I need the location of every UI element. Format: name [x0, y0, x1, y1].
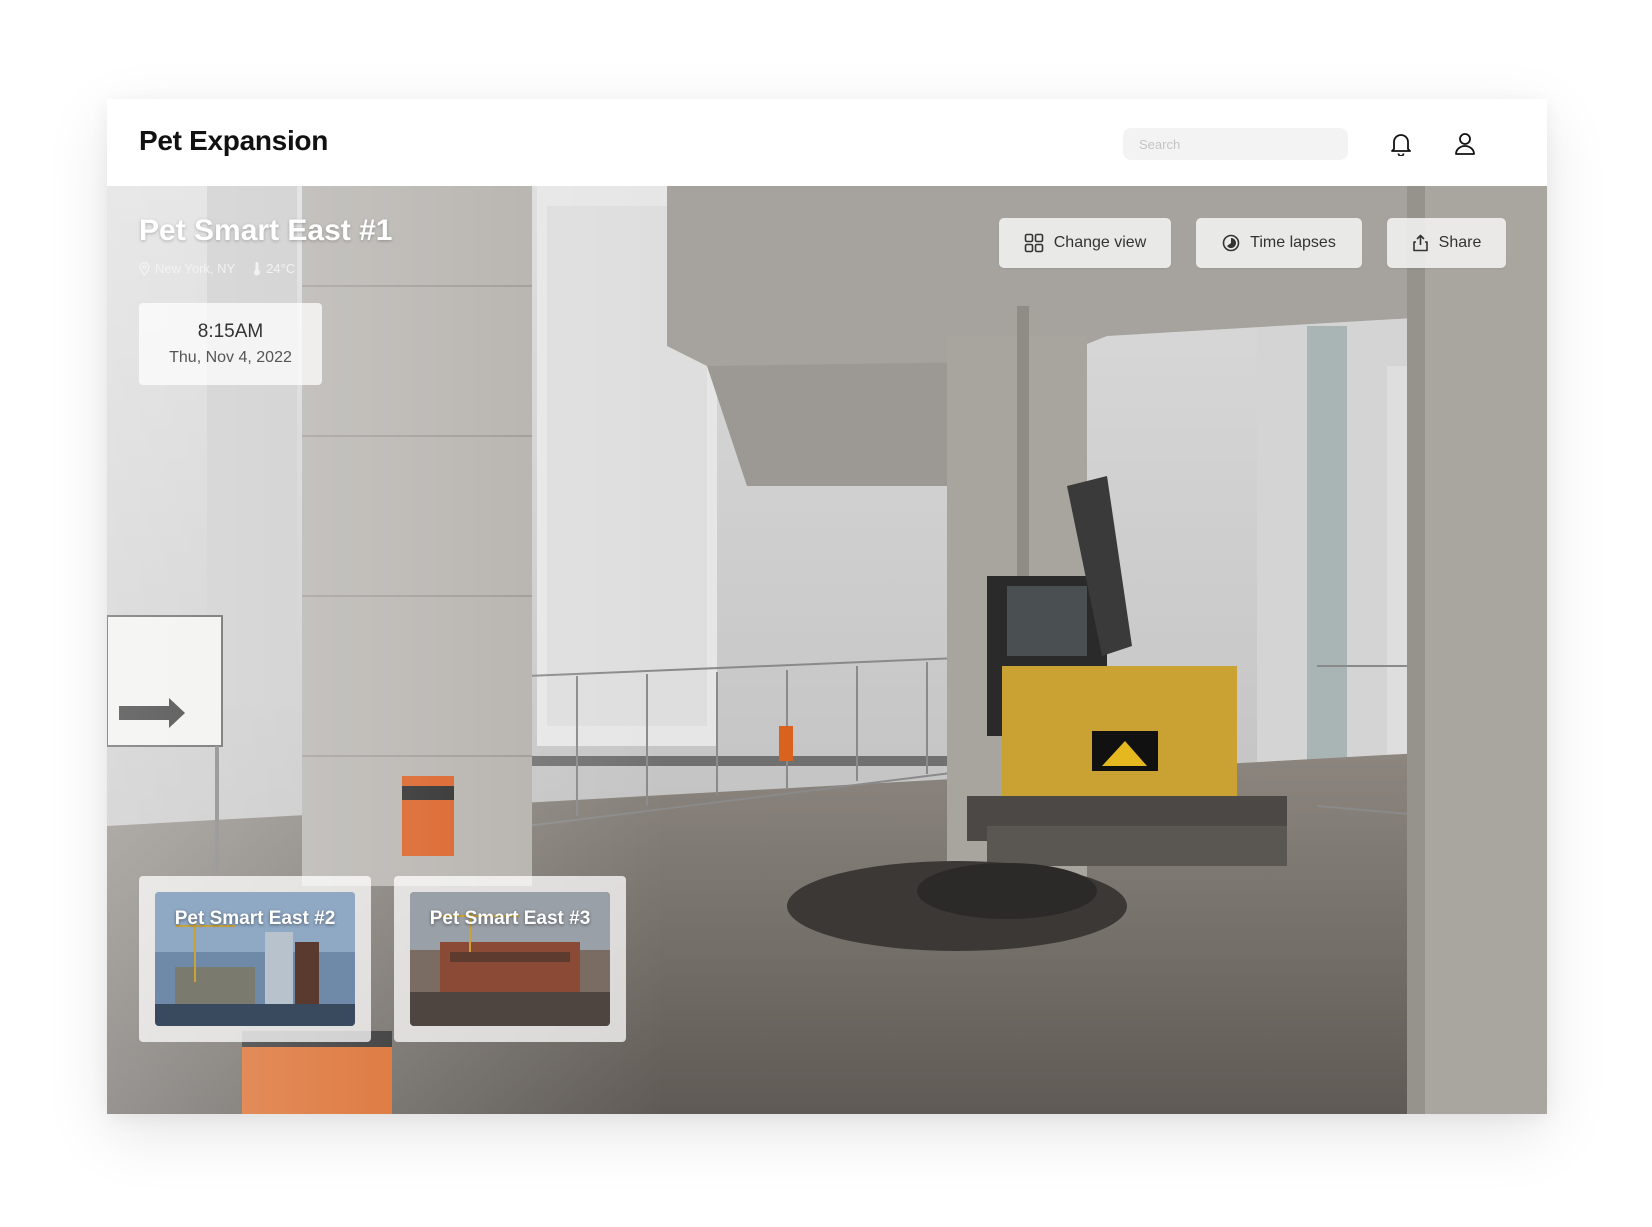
camera-feed: Pet Smart East #1 New York, NY 24°C 8:15… [107, 186, 1547, 1114]
share-button[interactable]: Share [1387, 218, 1506, 268]
timestamp-time: 8:15AM [197, 321, 264, 342]
time-lapses-button[interactable]: Time lapses [1196, 218, 1362, 268]
timestamp-date: Thu, Nov 4, 2022 [169, 349, 292, 366]
time-lapses-label: Time lapses [1250, 234, 1336, 251]
search-input[interactable] [1123, 128, 1348, 160]
thumbnail-label: Pet Smart East #3 [429, 908, 591, 929]
timestamp-card: 8:15AM Thu, Nov 4, 2022 [139, 303, 322, 385]
camera-title: Pet Smart East #1 [139, 214, 393, 247]
location-info: New York, NY [139, 261, 235, 276]
timelapse-icon [1222, 234, 1240, 252]
bell-icon [1391, 134, 1411, 156]
notifications-button[interactable] [1386, 129, 1416, 159]
top-bar: Pet Expansion [107, 99, 1547, 186]
thumbnail-label: Pet Smart East #2 [174, 908, 336, 929]
camera-meta: New York, NY 24°C [139, 261, 295, 276]
change-view-label: Change view [1053, 234, 1147, 251]
change-view-button[interactable]: Change view [999, 218, 1171, 268]
camera-thumbnail[interactable]: Pet Smart East #2 [139, 876, 371, 1042]
temperature-text: 24°C [266, 261, 296, 276]
grid-icon [1024, 233, 1044, 253]
profile-button[interactable] [1450, 129, 1480, 159]
temperature-info: 24°C [253, 261, 295, 276]
thermometer-icon [254, 261, 261, 275]
app-window: Pet Expansion Search Pet Smart East #1 N… [107, 99, 1547, 1114]
location-pin-icon [139, 261, 150, 276]
share-label: Share [1438, 234, 1482, 251]
user-icon [1455, 133, 1475, 155]
camera-thumbnail[interactable]: Pet Smart East #3 [394, 876, 626, 1042]
app-title: Pet Expansion [139, 125, 329, 156]
location-text: New York, NY [155, 261, 236, 276]
share-icon [1412, 234, 1428, 252]
